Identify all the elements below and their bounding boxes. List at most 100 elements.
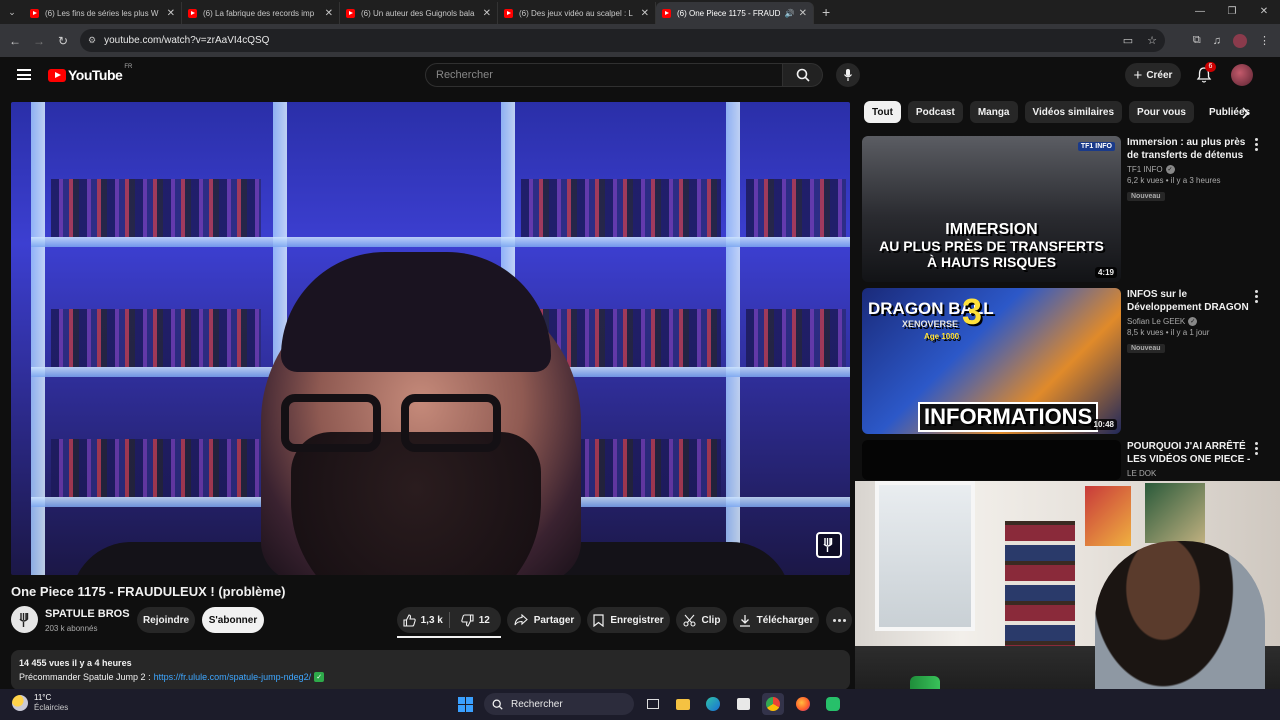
chips-next-button[interactable] [1236,104,1254,122]
channel-name[interactable]: SPATULE BROS [45,608,130,620]
browser-menu-icon[interactable]: ⋮ [1259,34,1270,47]
create-button[interactable]: + Créer [1125,63,1181,87]
like-button[interactable]: 1,3 k [397,607,449,633]
firefox-icon[interactable] [792,693,814,715]
books-row [521,179,721,237]
chip-all[interactable]: Tout [864,101,901,123]
share-button[interactable]: Partager [507,607,581,633]
chip-for-you[interactable]: Pour vous [1129,101,1194,123]
close-tab-icon[interactable]: ✕ [167,8,175,19]
media-controls-icon[interactable]: ♫ [1213,35,1221,47]
forward-arrow-icon[interactable]: → [27,34,51,48]
thumbnail-headline: XENOVERSE [902,319,959,329]
video-player[interactable] [11,102,850,575]
bookmark-star-icon[interactable]: ☆ [1147,34,1157,47]
restore-icon[interactable]: ❐ [1216,0,1248,24]
video-description[interactable]: 14 455 vues il y a 4 heures Précommander… [11,650,850,690]
chevron-right-icon [1242,107,1249,119]
speaker-icon[interactable]: 🔊 [785,9,795,18]
search-input[interactable]: Rechercher [425,63,783,87]
join-button[interactable]: Rejoindre [137,607,195,633]
recommended-video[interactable]: POURQUOI J'AI ARRÊTÉ LES VIDÉOS ONE PIEC… [862,440,1272,480]
close-tab-icon[interactable]: ✕ [641,8,649,19]
browser-tab[interactable]: (6) Des jeux vidéo au scalpel : L ✕ [498,2,656,24]
store-icon[interactable] [732,693,754,715]
tab-title: (6) La fabrique des records imp [203,8,315,18]
chrome-icon[interactable] [762,693,784,715]
new-tab-plus-icon[interactable]: + [822,4,830,20]
channel-name[interactable]: TF1 INFO [1127,165,1163,174]
recommended-video[interactable]: TF1 INFO IMMERSION AU PLUS PRÈS DE TRANS… [862,136,1272,282]
preorder-link[interactable]: https://fr.ulule.com/spatule-jump-ndeg2/ [154,672,312,682]
more-options-button[interactable] [826,607,852,633]
streamer-webcam-overlay [855,481,1280,720]
download-button[interactable]: Télécharger [733,607,819,633]
browser-tab[interactable]: (6) La fabrique des records imp ✕ [182,2,340,24]
close-tab-icon[interactable]: ✕ [325,8,333,19]
video-title[interactable]: POURQUOI J'AI ARRÊTÉ LES VIDÉOS ONE PIEC… [1127,440,1251,466]
xbox-app-icon[interactable] [822,693,844,715]
chip-podcast[interactable]: Podcast [907,101,963,123]
channel-name[interactable]: Sofian Le GEEK [1127,317,1185,326]
thumbnail-headline: Age 1000 [924,332,960,341]
browser-tab-active[interactable]: (6) One Piece 1175 - FRAUD 🔊 ✕ [656,2,814,24]
video-thumbnail[interactable]: DRAGON BALL 3 XENOVERSE Age 1000 INFORMA… [862,288,1121,434]
taskbar-search[interactable]: Rechercher [484,693,634,715]
extensions-puzzle-icon[interactable]: ⧉ [1193,34,1201,47]
hamburger-menu-icon[interactable] [17,69,31,80]
video-thumbnail[interactable]: TF1 INFO IMMERSION AU PLUS PRÈS DE TRANS… [862,136,1121,282]
chip-manga[interactable]: Manga [969,101,1018,123]
start-button[interactable] [454,693,476,715]
minimize-icon[interactable]: — [1184,0,1216,24]
account-avatar[interactable] [1231,64,1253,86]
browser-profile-avatar[interactable] [1233,33,1247,48]
tab-search-chevron-icon[interactable]: ⌄ [0,0,24,24]
edge-browser-icon[interactable] [702,693,724,715]
more-actions-icon[interactable] [1255,290,1259,303]
browser-tab[interactable]: (6) Les fins de séries les plus W ✕ [24,2,182,24]
close-tab-icon[interactable]: ✕ [483,8,491,19]
more-actions-icon[interactable] [1255,138,1259,151]
youtube-header: YouTube FR Rechercher + Créer 6 [0,57,1280,93]
tab-title: (6) Les fins de séries les plus W [45,8,159,18]
temperature: 11°C [34,693,52,702]
channel-name[interactable]: LE DOK [1127,469,1156,478]
search-button[interactable] [783,63,823,87]
channel-avatar[interactable] [11,606,38,633]
voice-search-button[interactable] [836,63,860,87]
save-label: Enregistrer [610,614,664,626]
address-bar[interactable]: ⚙ youtube.com/watch?v=zrAaVI4cQSQ ▭ ☆ [80,29,1165,52]
like-count: 1,3 k [420,614,443,626]
close-tab-icon[interactable]: ✕ [799,8,807,19]
file-explorer-icon[interactable] [672,693,694,715]
weather-widget[interactable]: 11°C Éclaircies [12,693,68,713]
new-badge: Nouveau [1127,192,1165,201]
reload-icon[interactable]: ↻ [51,34,75,48]
save-button[interactable]: Enregistrer [587,607,670,633]
browser-tab[interactable]: (6) Un auteur des Guignols bala ✕ [340,2,498,24]
more-actions-icon[interactable] [1255,442,1259,455]
chip-related-videos[interactable]: Vidéos similaires [1024,101,1123,123]
clip-button[interactable]: Clip [676,607,727,633]
video-thumbnail[interactable] [862,440,1121,480]
subscribe-button[interactable]: S'abonner [202,607,264,633]
bookshelf-shelf [31,237,850,247]
close-window-icon[interactable]: ✕ [1248,0,1280,24]
back-arrow-icon[interactable]: ← [3,34,27,48]
browser-tab-strip: ⌄ (6) Les fins de séries les plus W ✕ (6… [0,0,1280,24]
video-title[interactable]: INFOS sur le Développement DRAGON ... [1127,288,1251,314]
thumbs-up-icon [403,613,416,627]
task-view-icon[interactable] [642,693,664,715]
notifications-button[interactable]: 6 [1196,62,1216,84]
site-info-icon[interactable]: ⚙ [88,35,96,46]
video-meta: INFOS sur le Développement DRAGON ... So… [1127,288,1251,355]
video-title[interactable]: Immersion : au plus près de transferts d… [1127,136,1251,162]
channel-watermark-icon[interactable] [816,532,842,558]
cast-icon[interactable]: ▭ [1123,34,1133,47]
recommended-video[interactable]: DRAGON BALL 3 XENOVERSE Age 1000 INFORMA… [862,288,1272,434]
thumbnail-headline: 3 [962,291,983,332]
dislike-button[interactable]: 12 [450,607,502,633]
video-title-heading: One Piece 1175 - FRAUDULEUX ! (problème) [11,584,286,599]
bookmark-icon [593,613,604,627]
youtube-logo[interactable]: YouTube FR [48,64,132,83]
